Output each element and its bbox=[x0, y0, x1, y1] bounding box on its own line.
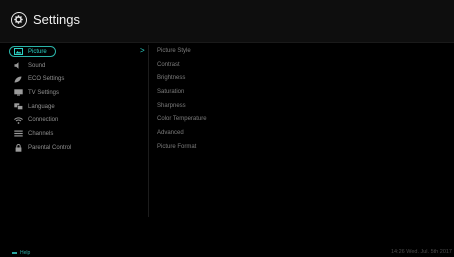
menu-item-label: Connection bbox=[28, 117, 59, 124]
help-label: Help bbox=[20, 250, 31, 256]
picture-submenu: Picture Style Contrast Brightness Satura… bbox=[157, 45, 297, 155]
lock-icon bbox=[11, 143, 25, 153]
submenu-item-picture-format[interactable]: Picture Format bbox=[157, 141, 297, 155]
clock-readout: 14:26 Wed. Jul. 5th 2017 bbox=[390, 249, 452, 255]
menu-item-tv-settings[interactable]: TV Settings bbox=[9, 86, 144, 100]
column-divider bbox=[148, 45, 149, 217]
menu-item-label: TV Settings bbox=[28, 89, 60, 96]
menu-item-eco-settings[interactable]: ECO Settings bbox=[9, 72, 144, 86]
settings-menu: Picture > Sound ECO Settings TV Settings… bbox=[9, 45, 145, 155]
wifi-icon bbox=[11, 115, 25, 125]
menu-item-channels[interactable]: Channels bbox=[9, 127, 144, 141]
menu-item-label: Language bbox=[28, 103, 55, 110]
menu-item-sound[interactable]: Sound bbox=[9, 59, 144, 73]
submenu-item-brightness[interactable]: Brightness bbox=[157, 72, 297, 86]
menu-item-picture[interactable]: Picture > bbox=[9, 45, 145, 59]
speaker-icon bbox=[11, 61, 25, 71]
menu-item-label: Sound bbox=[28, 62, 46, 69]
submenu-item-contrast[interactable]: Contrast bbox=[157, 59, 297, 73]
page-title: Settings bbox=[33, 12, 80, 27]
selection-highlight bbox=[9, 46, 56, 57]
submenu-item-advanced[interactable]: Advanced bbox=[157, 127, 297, 141]
help-button[interactable]: Help bbox=[12, 250, 30, 256]
submenu-item-picture-style[interactable]: Picture Style bbox=[157, 45, 297, 59]
tv-icon bbox=[11, 88, 25, 98]
menu-item-language[interactable]: Language bbox=[9, 100, 144, 114]
menu-item-parental-control[interactable]: Parental Control bbox=[9, 141, 144, 155]
submenu-item-saturation[interactable]: Saturation bbox=[157, 86, 297, 100]
menu-item-label: ECO Settings bbox=[28, 76, 65, 83]
settings-screen: Settings Picture > Sound ECO Settings TV… bbox=[0, 0, 454, 257]
header-bar: Settings bbox=[0, 0, 454, 43]
list-icon bbox=[11, 129, 25, 139]
chevron-right-icon: > bbox=[140, 46, 145, 55]
language-icon bbox=[11, 102, 25, 112]
menu-item-label: Parental Control bbox=[28, 144, 72, 151]
leaf-icon bbox=[11, 74, 25, 84]
submenu-item-color-temperature[interactable]: Color Temperature bbox=[157, 113, 297, 127]
help-key-icon bbox=[12, 252, 17, 254]
submenu-item-sharpness[interactable]: Sharpness bbox=[157, 100, 297, 114]
menu-item-label: Channels bbox=[28, 130, 54, 137]
gear-icon bbox=[11, 12, 27, 28]
menu-item-connection[interactable]: Connection bbox=[9, 113, 144, 127]
